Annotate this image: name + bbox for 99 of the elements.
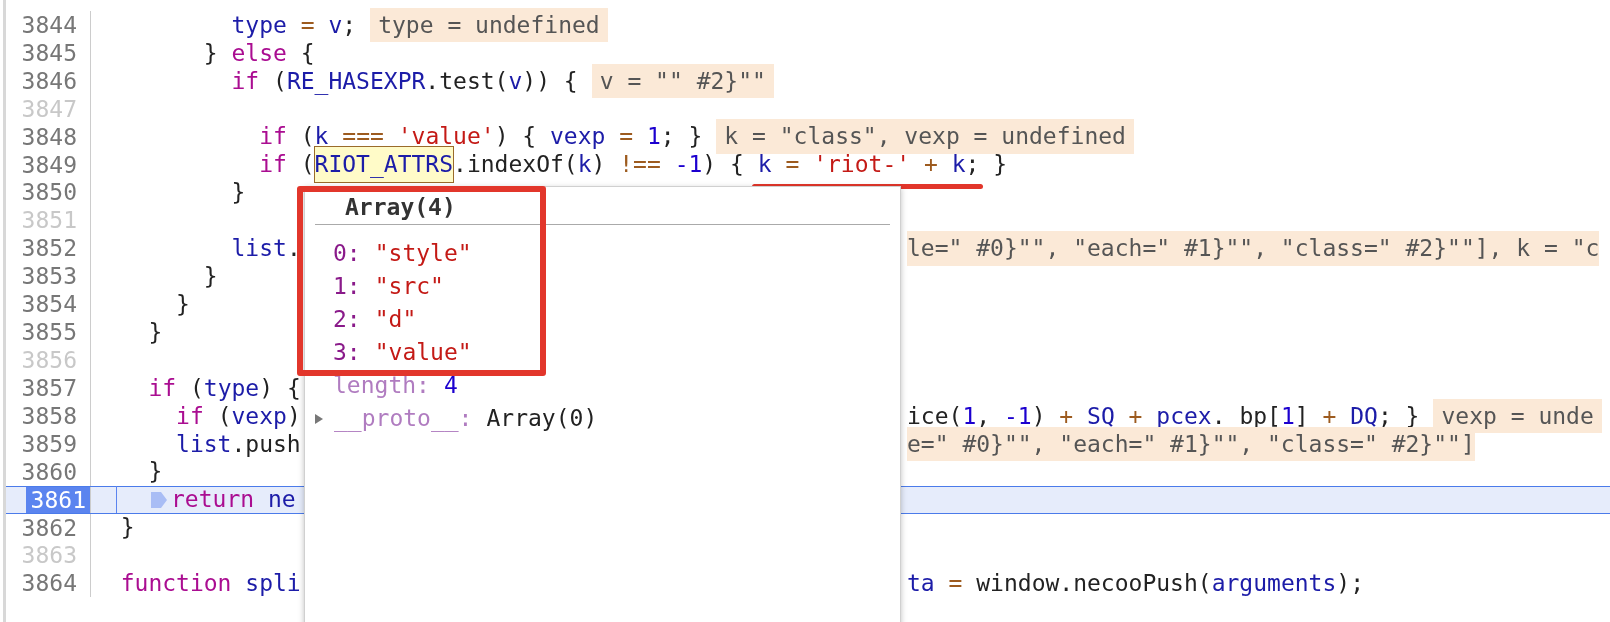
code-token: + — [922, 151, 939, 178]
execution-marker-icon — [149, 489, 169, 510]
line-number[interactable]: 3852 — [6, 235, 81, 262]
array-value: "src" — [374, 272, 444, 302]
code-token: type — [203, 373, 260, 403]
code-token: ; — [342, 10, 357, 40]
code-token: ); — [1336, 569, 1364, 599]
code-token: } — [230, 178, 246, 208]
line-number[interactable]: 3862 — [6, 514, 81, 541]
popover-title: Array(4) — [345, 193, 456, 222]
code-token: if — [230, 66, 260, 96]
code-token: ( — [188, 373, 204, 403]
line-number[interactable]: 3845 — [6, 39, 81, 66]
inline-value: vexp = unde — [1433, 398, 1602, 434]
code-token: type — [230, 10, 287, 40]
line-number[interactable]: 3855 — [6, 319, 81, 346]
code-token: )) { — [522, 66, 578, 96]
line-number[interactable]: 3858 — [6, 402, 81, 429]
code-token: arguments — [1211, 569, 1337, 599]
code-token: v — [328, 10, 343, 40]
code-token: ) { — [494, 122, 538, 152]
code-token: k — [577, 150, 592, 180]
line-number[interactable]: 3857 — [6, 374, 81, 401]
code-token: v — [508, 66, 523, 96]
code-token: ) — [591, 150, 607, 180]
code-token: return — [171, 485, 255, 515]
code-token: list — [230, 234, 287, 264]
code-token: ; — [965, 151, 980, 178]
array-index: 1: — [333, 272, 361, 302]
property-key: length: — [333, 368, 430, 403]
code-token: -1 — [673, 150, 703, 180]
code-token: ( — [216, 401, 232, 431]
code-token: = — [299, 10, 316, 40]
code-token: if — [175, 401, 204, 431]
code-token: } — [175, 289, 190, 319]
code-token: function — [119, 569, 232, 599]
array-value: "d" — [374, 305, 417, 335]
hovered-variable: RIOT_ATTRS — [314, 147, 454, 182]
line-number[interactable]: 3849 — [6, 151, 81, 178]
code-token: !== — [619, 150, 661, 180]
code-token: if — [258, 150, 287, 180]
code-token: k — [757, 151, 772, 178]
code-token: ne — [266, 485, 296, 515]
inline-value: type = undefined — [370, 7, 608, 43]
code-token: vexp — [550, 122, 606, 152]
line-number[interactable]: 3860 — [6, 458, 81, 485]
code-token: ( — [299, 150, 315, 180]
code-token: else — [231, 38, 287, 68]
code-token: ( — [299, 122, 315, 152]
inline-value: le=" #0}"", "each=" #1}"", "class=" #2}""], k = "c — [907, 231, 1600, 266]
code-token: .test( — [425, 66, 509, 96]
array-value: "value" — [374, 338, 472, 368]
disclosure-triangle-icon[interactable] — [313, 412, 325, 425]
code-token: } — [119, 513, 135, 543]
code-token: = — [618, 122, 635, 152]
code-token: } — [147, 317, 163, 347]
code-token: } — [202, 38, 219, 68]
line-number[interactable]: 3846 — [6, 67, 81, 94]
property-value: 4 — [443, 371, 458, 401]
code-token: if — [258, 122, 287, 152]
inline-value: k = "class", vexp = undefined — [716, 119, 1134, 154]
code-token: .push — [231, 429, 301, 459]
code-token: spli — [244, 569, 301, 599]
array-index: 3: — [333, 338, 361, 368]
code-token: window.necooPush( — [976, 569, 1212, 599]
code-token: 'riot-' — [813, 151, 911, 178]
code-token: ) { — [259, 373, 301, 403]
code-token: } — [147, 457, 163, 487]
code-token: vexp — [231, 401, 287, 431]
line-number[interactable]: 3853 — [6, 263, 81, 290]
code-token: 1 — [646, 122, 661, 152]
array-index: 0: — [333, 239, 361, 269]
code-token: list — [175, 429, 232, 459]
code-token: ) — [286, 401, 301, 431]
array-index: 2: — [333, 305, 361, 335]
line-number[interactable]: 3859 — [6, 430, 81, 457]
code-token: = — [947, 569, 964, 599]
code-token: ( — [272, 66, 287, 96]
line-number[interactable]: 3864 — [6, 570, 81, 597]
inline-value: e=" #0}"", "each=" #1}"", "class=" #2}""] — [907, 426, 1475, 462]
inline-value: v = "" #2}"" — [591, 63, 774, 99]
line-number[interactable]: 3850 — [6, 179, 81, 206]
code-token: { — [299, 38, 315, 68]
code-token: if — [147, 373, 177, 403]
line-number[interactable]: 3854 — [6, 291, 81, 318]
array-value: "style" — [374, 239, 472, 269]
property-key[interactable]: __proto__: — [334, 401, 473, 436]
code-token: } — [202, 262, 218, 291]
code-token: ; } — [660, 122, 703, 152]
code-token: ta — [907, 569, 935, 599]
code-token: = — [784, 151, 801, 178]
code-token: k — [951, 151, 966, 178]
property-value: Array(0) — [486, 404, 598, 434]
line-number[interactable]: 3861 — [26, 486, 90, 513]
code-token: . — [286, 234, 301, 264]
code-token: RE_HASEXPR — [286, 66, 426, 97]
code-token: .indexOf( — [453, 150, 578, 180]
line-number[interactable]: 3844 — [6, 11, 81, 38]
line-number[interactable]: 3848 — [6, 123, 81, 150]
